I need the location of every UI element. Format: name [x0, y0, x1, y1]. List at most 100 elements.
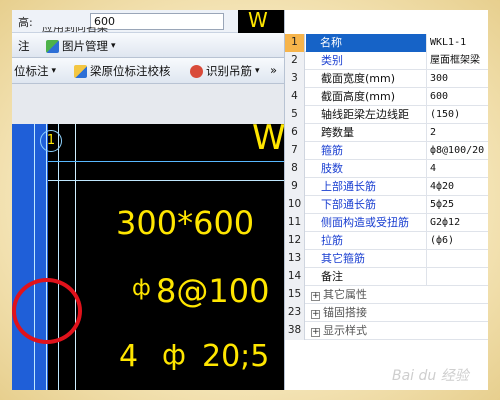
identify-hanger-bar-button[interactable]: 识别吊筋 ▾	[190, 63, 260, 79]
beam-edge-line	[48, 161, 284, 162]
property-name: 备注	[321, 270, 343, 283]
property-row-top-bars[interactable]: 9 上部通长筋 4ф20	[285, 178, 488, 196]
property-value[interactable]	[426, 250, 488, 268]
property-name: 截面宽度(mm)	[321, 72, 396, 85]
property-value[interactable]: (150)	[426, 106, 488, 124]
property-row-bottom-bars[interactable]: 10 下部通长筋 5ф25	[285, 196, 488, 214]
property-value[interactable]: WKL1-1	[426, 34, 488, 52]
property-group-name: + 显示样式	[309, 322, 425, 340]
property-group-display-style[interactable]: 38 + 显示样式	[285, 322, 488, 340]
group-label: 锚固搭接	[323, 306, 367, 319]
property-value[interactable]: G2ф12	[426, 214, 488, 232]
image-management-button[interactable]: 图片管理 ▾	[46, 38, 116, 54]
original-position-mark-button[interactable]: 位标注 ▾	[14, 63, 56, 79]
identify-icon	[190, 64, 203, 78]
property-group-other-attributes[interactable]: 15 + 其它属性	[285, 286, 488, 304]
property-row-section-height[interactable]: 4 截面高度(mm) 600	[285, 88, 488, 106]
expand-icon[interactable]: +	[311, 328, 320, 337]
app-screenshot: 高: W 应用到同名梁 注 图片管理 ▾ 位标注 ▾ 梁原位	[12, 10, 488, 390]
row-number: 2	[285, 52, 305, 70]
property-value[interactable]: ф8@100/20	[426, 142, 488, 160]
property-group-anchorage-lap[interactable]: 23 + 锚固搭接	[285, 304, 488, 322]
grid-line	[46, 124, 47, 390]
group-label: 其它属性	[323, 288, 367, 301]
property-name: 轴线距梁左边线距	[321, 108, 409, 121]
toolbar-overflow-button[interactable]: »	[270, 63, 277, 77]
property-row-axis-offset[interactable]: 5 轴线距梁左边线距 (150)	[285, 106, 488, 124]
property-row-category[interactable]: 2 类别 屋面框架梁	[285, 52, 488, 70]
bar-count-text: 4	[119, 339, 139, 374]
row-number: 3	[285, 70, 305, 88]
expand-icon[interactable]: +	[311, 310, 320, 319]
row-number: 5	[285, 106, 305, 124]
property-value[interactable]: 4	[426, 160, 488, 178]
grid-line	[34, 124, 35, 390]
property-row-legs[interactable]: 8 肢数 4	[285, 160, 488, 178]
drawing-title-strip: W	[238, 10, 284, 33]
mark-label: 位标注	[14, 64, 49, 78]
rebar-symbol-icon: ф	[132, 276, 151, 301]
property-row-stirrup[interactable]: 7 箍筋 ф8@100/20	[285, 142, 488, 160]
expand-icon[interactable]: +	[311, 292, 320, 301]
property-name: 其它箍筋	[321, 252, 365, 265]
property-value[interactable]: 2	[426, 124, 488, 142]
property-grid: 1 名称 WKL1-1 2 类别 屋面框架梁 3 截面宽度(mm) 300 4 …	[284, 10, 488, 390]
property-row-tie-bars[interactable]: 12 拉筋 (ф6)	[285, 232, 488, 250]
row-number: 10	[285, 196, 305, 214]
row-number: 15	[285, 286, 305, 304]
stirrup-spec-text: 8@100	[156, 272, 270, 310]
row-number: 9	[285, 178, 305, 196]
row-number: 13	[285, 250, 305, 268]
property-name: 类别	[321, 54, 343, 67]
image-management-label: 图片管理	[62, 39, 108, 53]
toolbar-row-2: 位标注 ▾ 梁原位标注校核 识别吊筋 ▾ »	[12, 58, 284, 84]
beam-mark-check-button[interactable]: 梁原位标注校核	[74, 63, 171, 79]
row-number: 7	[285, 142, 305, 160]
property-value[interactable]: 屋面框架梁	[426, 52, 488, 70]
property-name: 上部通长筋	[321, 180, 376, 193]
beam-edge-line	[48, 180, 284, 181]
row-number: 12	[285, 232, 305, 250]
property-value[interactable]: 600	[426, 88, 488, 106]
row-number: 23	[285, 304, 305, 322]
toolbar-item-label: 注	[18, 39, 30, 53]
property-value[interactable]: 5ф25	[426, 196, 488, 214]
drawing-title-letter: W	[248, 10, 268, 32]
beam-title-text: W	[252, 124, 284, 158]
property-row-name[interactable]: 1 名称 WKL1-1	[285, 34, 488, 52]
section-size-text: 300*600	[116, 204, 255, 242]
property-name: 下部通长筋	[321, 198, 376, 211]
property-name: 跨数量	[321, 126, 354, 139]
property-value[interactable]	[426, 268, 488, 286]
property-row-remarks[interactable]: 14 备注	[285, 268, 488, 286]
property-row-other-stirrups[interactable]: 13 其它箍筋	[285, 250, 488, 268]
property-row-side-bars[interactable]: 11 侧面构造或受扭筋 G2ф12	[285, 214, 488, 232]
property-name: 名称	[306, 34, 426, 52]
grid-line	[58, 124, 59, 390]
image-icon	[46, 39, 59, 53]
rebar-symbol-icon: ф	[162, 338, 186, 371]
overflow-chevron-icon: »	[270, 63, 278, 77]
property-value[interactable]: (ф6)	[426, 232, 488, 250]
height-input[interactable]	[90, 13, 224, 30]
row-number: 38	[285, 322, 305, 340]
property-name: 箍筋	[321, 144, 343, 157]
identify-hanger-bar-label: 识别吊筋	[206, 64, 252, 78]
toolbar-row-1: 注 图片管理 ▾	[12, 33, 284, 58]
property-value[interactable]: 4ф20	[426, 178, 488, 196]
row-number: 4	[285, 88, 305, 106]
group-label: 显示样式	[323, 324, 367, 337]
property-row-section-width[interactable]: 3 截面宽度(mm) 300	[285, 70, 488, 88]
beam-mark-check-label: 梁原位标注校核	[90, 64, 171, 78]
property-row-span-count[interactable]: 6 跨数量 2	[285, 124, 488, 142]
toolbar-item-annotation[interactable]: 注	[18, 38, 30, 54]
property-name: 侧面构造或受扭筋	[321, 216, 409, 229]
axis-number-badge: 1	[40, 130, 62, 152]
property-name: 肢数	[321, 162, 343, 175]
property-value[interactable]: 300	[426, 70, 488, 88]
row-number: 6	[285, 124, 305, 142]
property-name: 拉筋	[321, 234, 343, 247]
row-number: 1	[285, 34, 305, 52]
cad-drawing-canvas[interactable]: 1 W 300*600 ф 8@100 4 ф 20;5	[12, 124, 284, 390]
chevron-down-icon: ▾	[111, 41, 116, 51]
